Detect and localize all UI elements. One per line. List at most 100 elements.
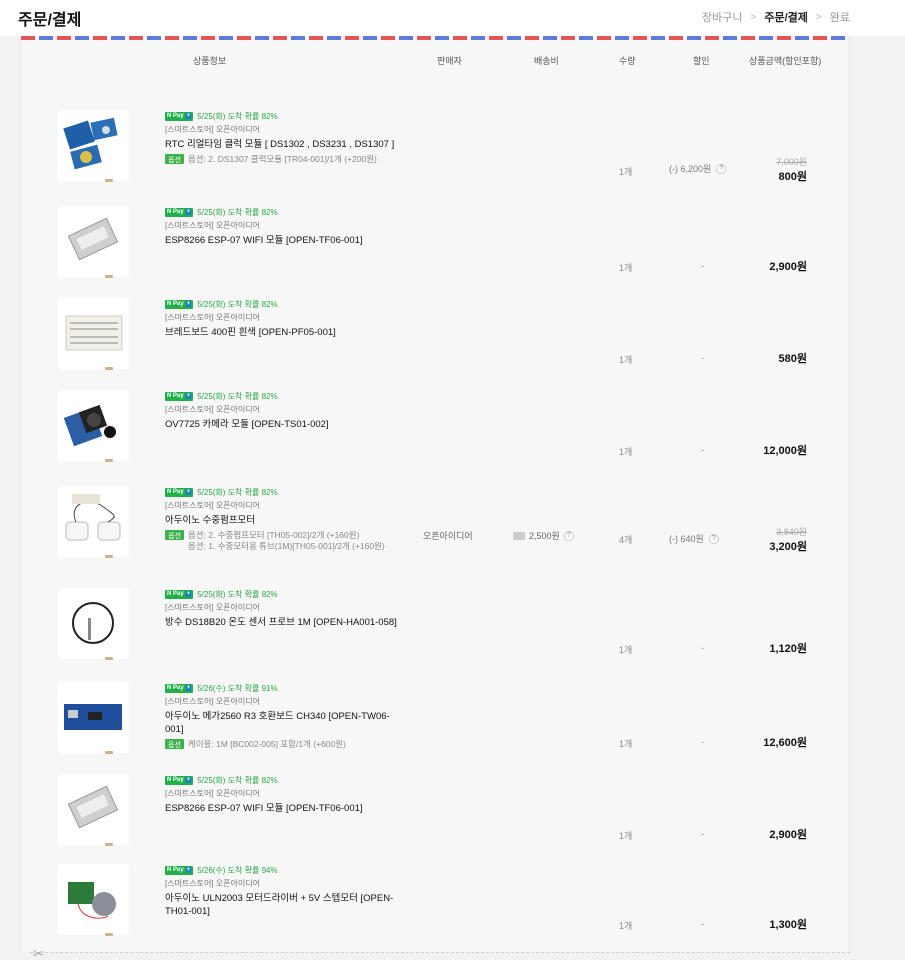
quantity: 1개	[619, 263, 633, 273]
delivery-estimate: N Pay +5/25(화) 도착 확률 82%	[165, 298, 400, 310]
npay-label: N Pay	[167, 393, 184, 399]
col-shipping: 배송비	[534, 56, 559, 66]
order-item-row: N Pay +5/25(화) 도착 확률 82% [스마트스토어] 오픈아이디어 RT…	[21, 110, 849, 202]
rtc-module-image[interactable]	[58, 110, 129, 182]
store-name[interactable]: [스마트스토어] 오픈아이디어	[165, 220, 400, 231]
store-name[interactable]: [스마트스토어] 오픈아이디어	[165, 312, 400, 323]
store-name[interactable]: [스마트스토어] 오픈아이디어	[165, 500, 400, 511]
order-item-row: N Pay +5/25(화) 도착 확률 82% [스마트스토어] 오픈아이디어방수…	[21, 588, 849, 680]
discount-none: -	[701, 737, 704, 747]
thumb-marker	[105, 657, 113, 660]
final-price: 2,900원	[769, 829, 807, 841]
product-name[interactable]: RTC 리얼타임 클럭 모듈 [ DS1302 , DS3231 , DS130…	[165, 138, 400, 151]
arduino-mega-image[interactable]	[58, 682, 129, 754]
top-bar: 주문/결제 장바구니 > 주문/결제 > 완료	[0, 0, 905, 36]
delivery-estimate: N Pay +5/26(수) 도착 확률 94%	[165, 864, 400, 876]
delivery-estimate: N Pay +5/25(화) 도착 확률 82%	[165, 588, 400, 600]
store-name[interactable]: [스마트스토어] 오픈아이디어	[165, 788, 400, 799]
product-name[interactable]: 아두이노 ULN2003 모터드라이버 + 5V 스텝모터 [OPEN-TH01…	[165, 892, 400, 918]
final-price: 1,120원	[769, 643, 807, 655]
store-name[interactable]: [스마트스토어] 오픈아이디어	[165, 878, 400, 889]
npay-plus-icon: +	[185, 685, 192, 691]
order-item-row: N Pay +5/25(화) 도착 확률 82% [스마트스토어] 오픈아이디어브레…	[21, 298, 849, 390]
delivery-estimate: N Pay +5/25(화) 도착 확률 82%	[165, 486, 400, 498]
order-item-row: N Pay +5/26(수) 도착 확률 94% [스마트스토어] 오픈아이디어아두…	[21, 864, 849, 952]
quantity: 1개	[619, 355, 633, 365]
discount-amount: (-) 6,200원	[669, 164, 712, 174]
option-lines: 옵션: 2. DS1307 클럭모듈 [TR04-001]/1개 (+200원)	[188, 154, 377, 165]
quantity: 1개	[619, 447, 633, 457]
stepper-motor-image[interactable]	[58, 864, 129, 936]
quantity: 1개	[619, 831, 633, 841]
help-icon[interactable]: ?	[563, 530, 574, 541]
discount-none: -	[701, 445, 704, 455]
product-info: N Pay +5/25(화) 도착 확률 82% [스마트스토어] 오픈아이디어아두…	[165, 486, 400, 552]
product-name[interactable]: OV7725 카메라 모듈 [OPEN-TS01-002]	[165, 418, 400, 431]
npay-badge: N Pay +	[165, 299, 194, 309]
delivery-estimate: N Pay +5/25(화) 도착 확률 82%	[165, 110, 400, 122]
col-amount: 상품금액(할인포함)	[749, 56, 822, 66]
store-name[interactable]: [스마트스토어] 오픈아이디어	[165, 602, 400, 613]
npay-label: N Pay	[167, 685, 184, 691]
order-item-row: N Pay +5/25(화) 도착 확률 82% [스마트스토어] 오픈아이디어아두…	[21, 486, 849, 578]
cut-line	[30, 952, 850, 960]
discount-none: -	[701, 643, 704, 653]
final-price: 1,300원	[769, 919, 807, 931]
npay-badge: N Pay +	[165, 487, 194, 497]
product-name[interactable]: 아두이노 수중펌프모터	[165, 514, 400, 527]
discount-none: -	[701, 919, 704, 929]
option-text: 옵션: 1. 수중모터용 튜브(1M)[TH05-001]/2개 (+160원)	[187, 541, 385, 551]
water-pump-image[interactable]	[58, 486, 129, 558]
product-info: N Pay +5/25(화) 도착 확률 82% [스마트스토어] 오픈아이디어 ES…	[165, 206, 400, 247]
store-name[interactable]: [스마트스토어] 오픈아이디어	[165, 124, 400, 135]
truck-icon	[513, 531, 525, 540]
product-info: N Pay +5/25(화) 도착 확률 82% [스마트스토어] 오픈아이디어 RT…	[165, 110, 400, 165]
esp8266-image[interactable]	[58, 206, 129, 278]
final-price: 12,000원	[763, 445, 807, 457]
discount-none: -	[701, 829, 704, 839]
product-name[interactable]: 방수 DS18B20 온도 센서 프로브 1M [OPEN-HA001-058]	[165, 616, 400, 629]
npay-label: N Pay	[167, 777, 184, 783]
final-price: 800원	[778, 171, 807, 183]
shipping-fee: 2,500원?	[513, 529, 574, 542]
npay-label: N Pay	[167, 301, 184, 307]
col-discount: 할인	[693, 56, 710, 66]
npay-label: N Pay	[167, 209, 184, 215]
thumb-marker	[105, 843, 113, 846]
item-price: 12,000원	[763, 442, 807, 458]
esp8266-image[interactable]	[58, 774, 129, 846]
original-price: 7,000원	[776, 157, 807, 167]
quantity: 1개	[619, 921, 633, 931]
npay-plus-icon: +	[185, 393, 192, 399]
option-line: 옵션 옵션: 2. DS1307 클럭모듈 [TR04-001]/1개 (+200…	[165, 154, 400, 165]
breadboard-image[interactable]	[58, 298, 129, 370]
npay-badge: N Pay +	[165, 589, 194, 599]
original-price: 3,840원	[776, 527, 807, 537]
camera-module-image[interactable]	[58, 390, 129, 462]
delivery-text: 5/26(수) 도착 확률 91%	[197, 683, 278, 693]
npay-plus-icon: +	[185, 867, 192, 873]
help-icon[interactable]: ?	[716, 163, 727, 174]
delivery-estimate: N Pay +5/25(화) 도착 확률 82%	[165, 206, 400, 218]
seller-name[interactable]: 오픈아이디어	[423, 529, 473, 542]
page-title: 주문/결제	[18, 12, 82, 29]
product-name[interactable]: ESP8266 ESP-07 WIFI 모듈 [OPEN-TF06-001]	[165, 234, 400, 247]
npay-badge: N Pay +	[165, 111, 194, 121]
thumb-marker	[105, 751, 113, 754]
store-name[interactable]: [스마트스토어] 오픈아이디어	[165, 404, 400, 415]
store-name[interactable]: [스마트스토어] 오픈아이디어	[165, 696, 400, 707]
npay-badge: N Pay +	[165, 391, 194, 401]
product-name[interactable]: ESP8266 ESP-07 WIFI 모듈 [OPEN-TF06-001]	[165, 802, 400, 815]
step-cart: 장바구니	[702, 12, 743, 24]
discount-amount: (-) 640원	[669, 534, 704, 544]
delivery-text: 5/25(화) 도착 확률 82%	[197, 111, 278, 121]
help-icon[interactable]: ?	[708, 533, 719, 544]
item-price: 12,600원	[763, 734, 807, 750]
item-price: 2,900원	[769, 258, 807, 274]
product-name[interactable]: 브레드보드 400핀 흰색 [OPEN-PF05-001]	[165, 326, 400, 339]
npay-label: N Pay	[167, 591, 184, 597]
item-price: 2,900원	[769, 826, 807, 842]
option-text: 옵션: 2. 수중펌프모터 [TH05-002]/2개 (+160원)	[187, 530, 360, 540]
temperature-probe-image[interactable]	[58, 588, 129, 660]
product-name[interactable]: 아두이노 메가2560 R3 호환보드 CH340 [OPEN-TW06-001…	[165, 710, 400, 736]
